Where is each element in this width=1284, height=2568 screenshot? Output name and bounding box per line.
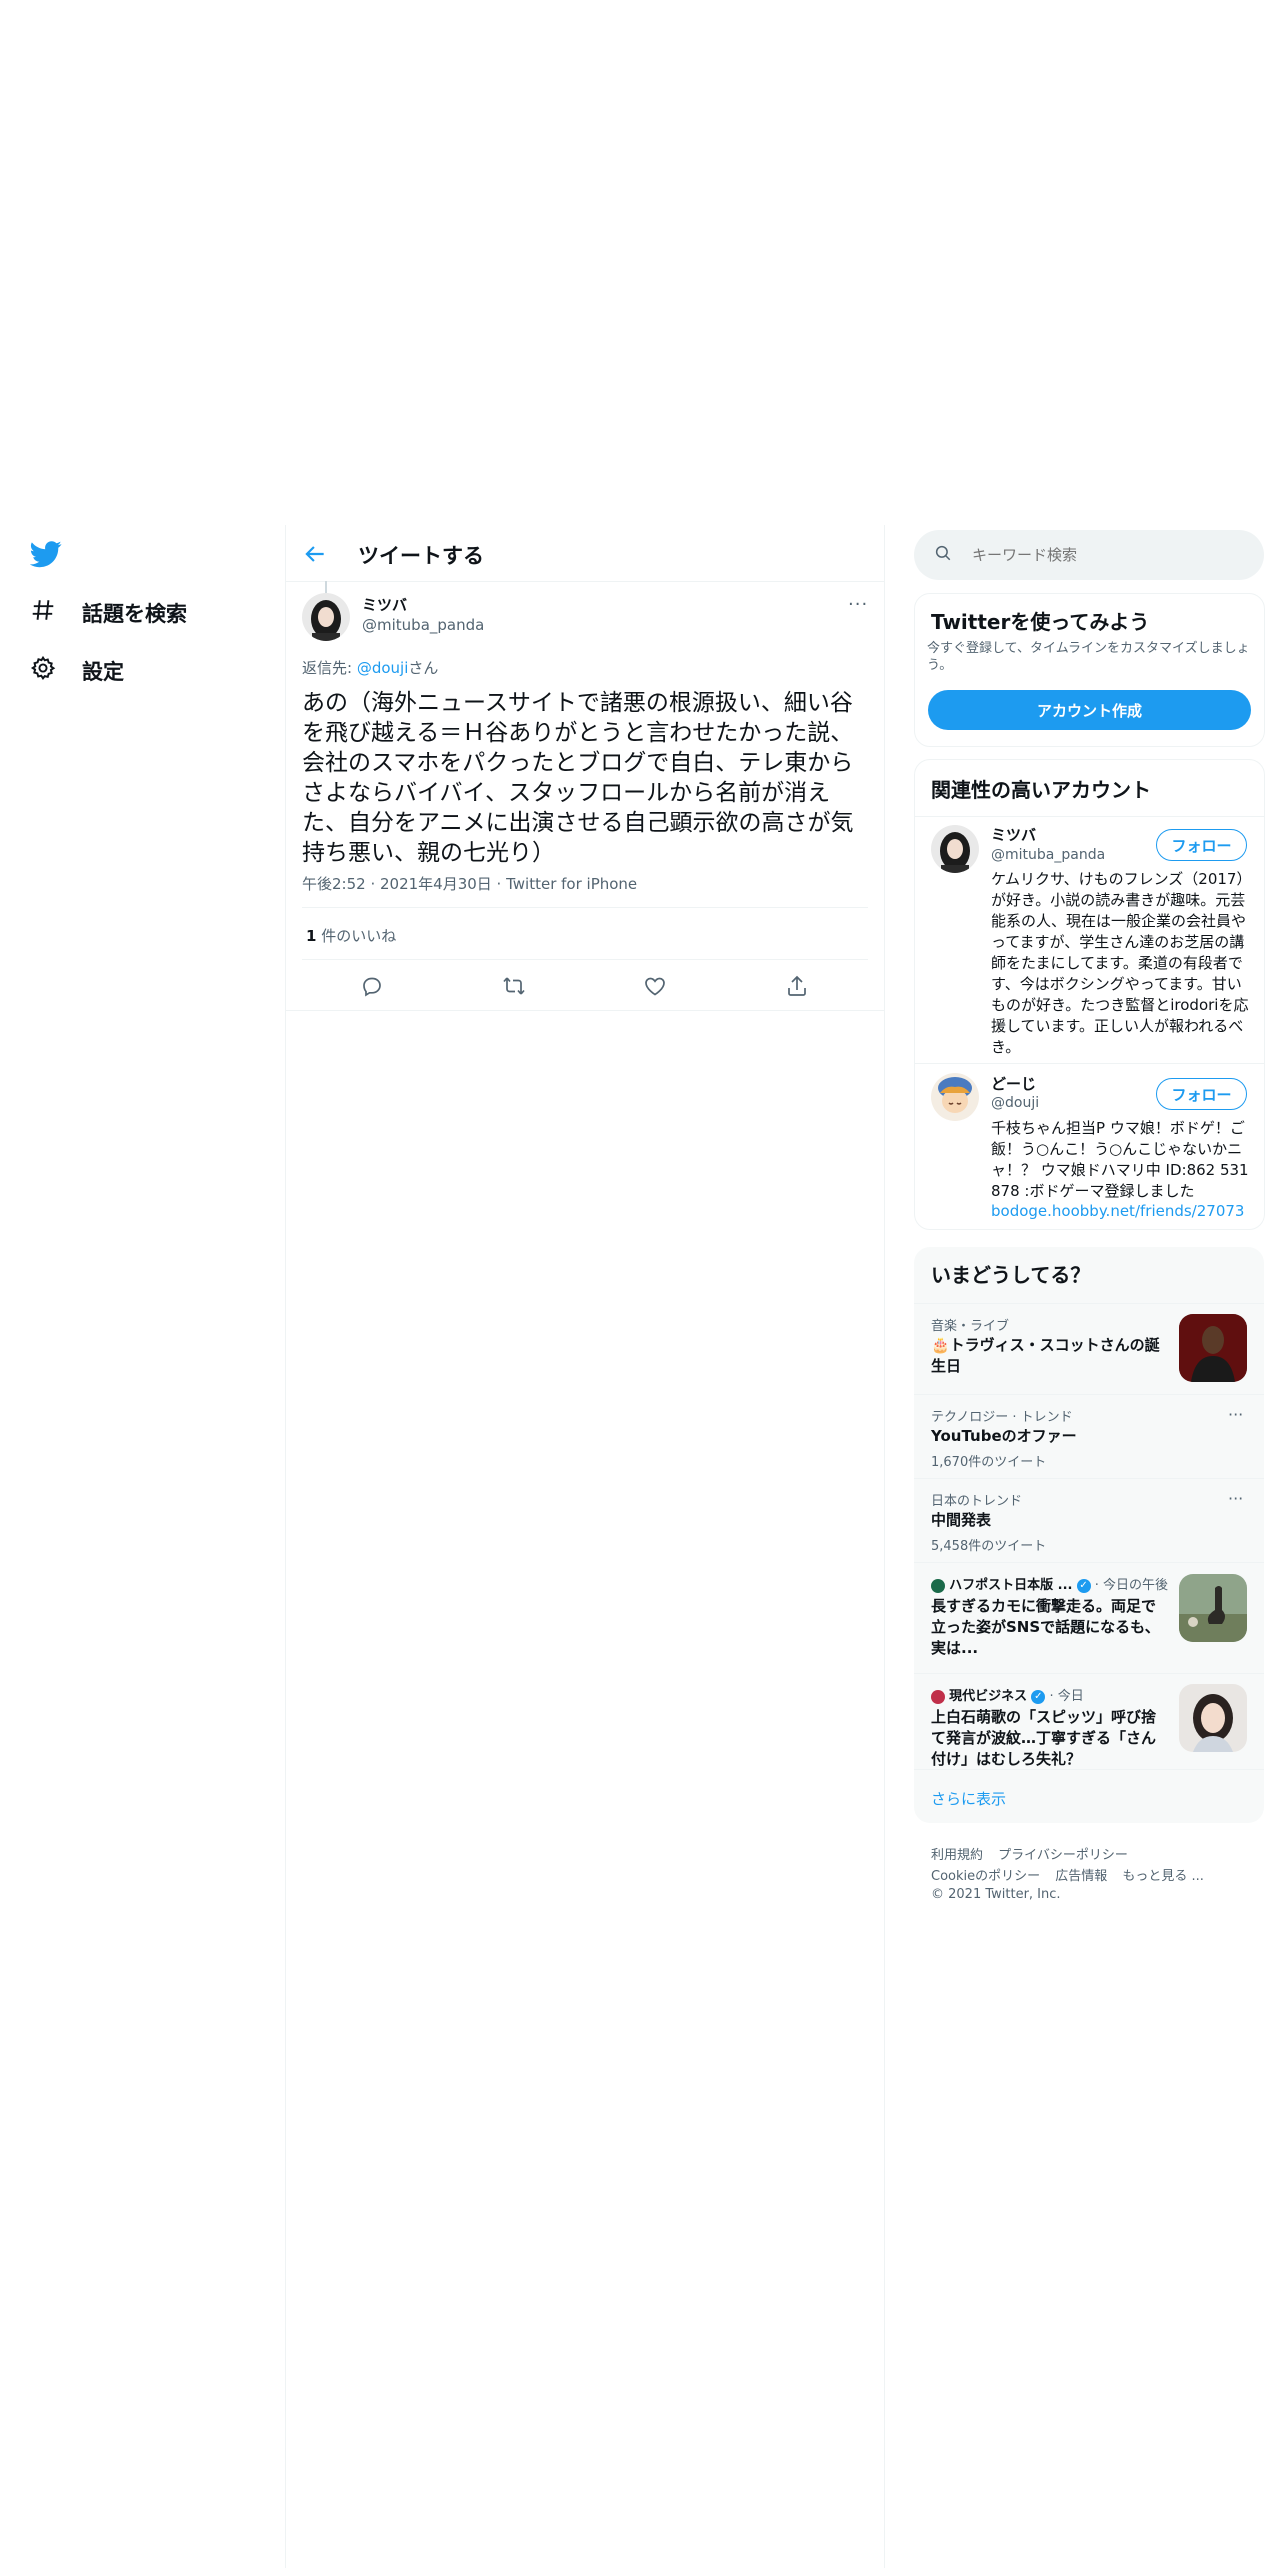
thread-connector (325, 581, 327, 593)
trend-item[interactable]: 日本のトレンド 中間発表 5,458件のツイート ··· (914, 1479, 1264, 1562)
trend-category: 音楽・ライブ (931, 1319, 1010, 1334)
nav-settings[interactable]: 設定 (30, 655, 124, 686)
follow-button[interactable]: フォロー (1156, 829, 1247, 861)
signup-card: Twitterを使ってみよう 今すぐ登録して、タイムラインをカスタマイズしましょ… (914, 593, 1265, 747)
trend-thumbnail (1179, 1314, 1247, 1382)
more-dots-icon[interactable]: ··· (1228, 1489, 1243, 1508)
tweet-author-handle[interactable]: @mituba_panda (362, 616, 484, 634)
card-divider (915, 1063, 1264, 1064)
footer-copyright: © 2021 Twitter, Inc. (931, 1887, 1061, 1902)
footer-link-cookie[interactable]: Cookieのポリシー (931, 1869, 1040, 1884)
trend-category: テクノロジー · トレンド (931, 1410, 1073, 1425)
trend-divider (914, 1769, 1264, 1770)
news-source: 現代ビジネス (949, 1689, 1028, 1704)
twitter-bird-icon[interactable] (29, 538, 62, 570)
follow-button[interactable]: フォロー (1156, 1078, 1247, 1110)
news-source-row: 現代ビジネス ✓ · 今日 (931, 1685, 1084, 1704)
account-handle[interactable]: @mituba_panda (991, 847, 1105, 863)
hashtag-icon (30, 597, 56, 628)
news-time: · 今日 (1049, 1689, 1084, 1704)
news-thumbnail (1179, 1574, 1247, 1642)
nav-explore[interactable]: 話題を検索 (30, 597, 187, 628)
news-source: ハフポスト日本版 ... (949, 1578, 1073, 1593)
footer-link-privacy[interactable]: プライバシーポリシー (998, 1848, 1128, 1863)
news-headline: 上白石萌歌の「スピッツ」呼び捨て発言が波紋…丁寧すぎる「さん付け」はむしろ失礼？ (931, 1708, 1157, 1768)
search-box[interactable] (914, 530, 1264, 580)
footer-link-terms[interactable]: 利用規約 (931, 1848, 983, 1863)
like-icon[interactable] (643, 974, 667, 998)
trends-panel: いまどうしてる？ 音楽・ライブ 🎂トラヴィス・スコットさんの誕生日 テクノロジー… (914, 1247, 1264, 1823)
show-more-link[interactable]: さらに表示 (931, 1788, 1006, 1809)
gear-icon (30, 655, 56, 686)
retweet-icon[interactable] (502, 974, 526, 998)
search-icon (914, 544, 952, 566)
likes-count: 1 (306, 927, 317, 945)
account-handle[interactable]: @douji (991, 1095, 1039, 1111)
nav-label-explore: 話題を検索 (82, 601, 187, 626)
footer-link-more[interactable]: もっと見る ... (1122, 1869, 1204, 1884)
account-link[interactable]: bodoge.hoobby.net/friends/27073 (991, 1201, 1254, 1222)
verified-badge-icon: ✓ (1076, 1578, 1091, 1593)
arrow-left-icon[interactable] (302, 541, 328, 567)
trend-title: 中間発表 (931, 1511, 992, 1529)
search-input[interactable] (970, 545, 1254, 565)
account-name[interactable]: どーじ (991, 1073, 1036, 1094)
avatar[interactable] (302, 593, 350, 641)
trend-category: 日本のトレンド (931, 1494, 1023, 1509)
share-icon[interactable] (785, 974, 809, 998)
tweet-timestamp[interactable]: 午後2:52 · 2021年4月30日 · Twitter for iPhone (302, 873, 637, 894)
tweet-divider (302, 907, 868, 908)
likes-stat[interactable]: 1 件のいいね (306, 925, 396, 946)
news-source-logo (931, 1578, 945, 1593)
create-account-button[interactable]: アカウント作成 (928, 690, 1251, 730)
trend-count: 5,458件のツイート (931, 1539, 1047, 1554)
account-bio: 千枝ちゃん担当P ウマ娘！ボドゲ！ご飯！う○んこ！う○んこじゃないかニャ！？ ウ… (991, 1119, 1249, 1200)
nav-label-settings: 設定 (82, 659, 124, 684)
avatar[interactable] (931, 825, 979, 873)
trends-title: いまどうしてる？ (931, 1263, 1091, 1287)
footer-links: Cookieのポリシー 広告情報 もっと見る ... (931, 1865, 1204, 1884)
relevant-accounts-card: 関連性の高いアカウント ミツバ @mituba_panda フォロー ケムリクサ… (914, 759, 1265, 1230)
page-title: ツイートする (358, 544, 484, 568)
card-divider (915, 816, 1264, 817)
reply-icon[interactable] (360, 974, 384, 998)
reply-mention-link[interactable]: @douji (357, 659, 409, 677)
verified-badge-icon: ✓ (1031, 1689, 1046, 1704)
trend-count: 1,670件のツイート (931, 1455, 1047, 1470)
news-source-logo (931, 1689, 945, 1704)
trend-title: 🎂トラヴィス・スコットさんの誕生日 (931, 1336, 1160, 1375)
account-name[interactable]: ミツバ (991, 824, 1036, 845)
news-headline: 長すぎるカモに衝撃走る。両足で立った姿がSNSで話題になるも、実は... (931, 1597, 1160, 1657)
likes-label: 件のいいね (316, 927, 397, 945)
tweet-author-name[interactable]: ミツバ (362, 594, 407, 615)
trend-item[interactable]: テクノロジー · トレンド YouTubeのオファー 1,670件のツイート ·… (914, 1395, 1264, 1478)
news-source-row: ハフポスト日本版 ... ✓ · 今日の午後 (931, 1574, 1168, 1593)
signup-subtitle: 今すぐ登録して、タイムラインをカスタマイズしましょう。 (927, 641, 1250, 673)
column-divider-left (285, 525, 286, 2568)
relevant-title: 関連性の高いアカウント (931, 778, 1151, 802)
signup-title: Twitterを使ってみよう (931, 610, 1150, 634)
actions-divider (286, 1010, 884, 1011)
tweet-divider (302, 959, 868, 960)
trend-item[interactable]: 音楽・ライブ 🎂トラヴィス・スコットさんの誕生日 (914, 1304, 1264, 1394)
tweet-text: あの（海外ニュースサイトで諸悪の根源扱い、細い谷を飛び越える＝Ｈ谷ありがとうと言… (302, 690, 854, 866)
more-dots-icon[interactable]: ··· (1228, 1405, 1243, 1424)
more-dots-icon[interactable]: ··· (848, 594, 868, 615)
news-thumbnail (1179, 1684, 1247, 1752)
account-bio: ケムリクサ、けものフレンズ（2017）が好き。小説の読み書きが趣味。元芸能系の人… (991, 870, 1252, 1056)
reply-context: 返信先: @doujiさん (302, 657, 438, 678)
reply-prefix: 返信先: (302, 659, 357, 677)
news-time: · 今日の午後 (1094, 1578, 1169, 1593)
news-item[interactable]: ハフポスト日本版 ... ✓ · 今日の午後 長すぎるカモに衝撃走る。両足で立っ… (914, 1563, 1264, 1673)
footer-link-ads[interactable]: 広告情報 (1055, 1869, 1107, 1884)
news-item[interactable]: 現代ビジネス ✓ · 今日 上白石萌歌の「スピッツ」呼び捨て発言が波紋…丁寧すぎ… (914, 1674, 1264, 1769)
column-divider-right (884, 525, 885, 2568)
avatar[interactable] (931, 1073, 979, 1121)
footer-links: 利用規約 プライバシーポリシー (931, 1844, 1128, 1863)
header-divider (286, 581, 884, 582)
trend-title: YouTubeのオファー (931, 1427, 1077, 1445)
reply-suffix: さん (408, 659, 439, 677)
